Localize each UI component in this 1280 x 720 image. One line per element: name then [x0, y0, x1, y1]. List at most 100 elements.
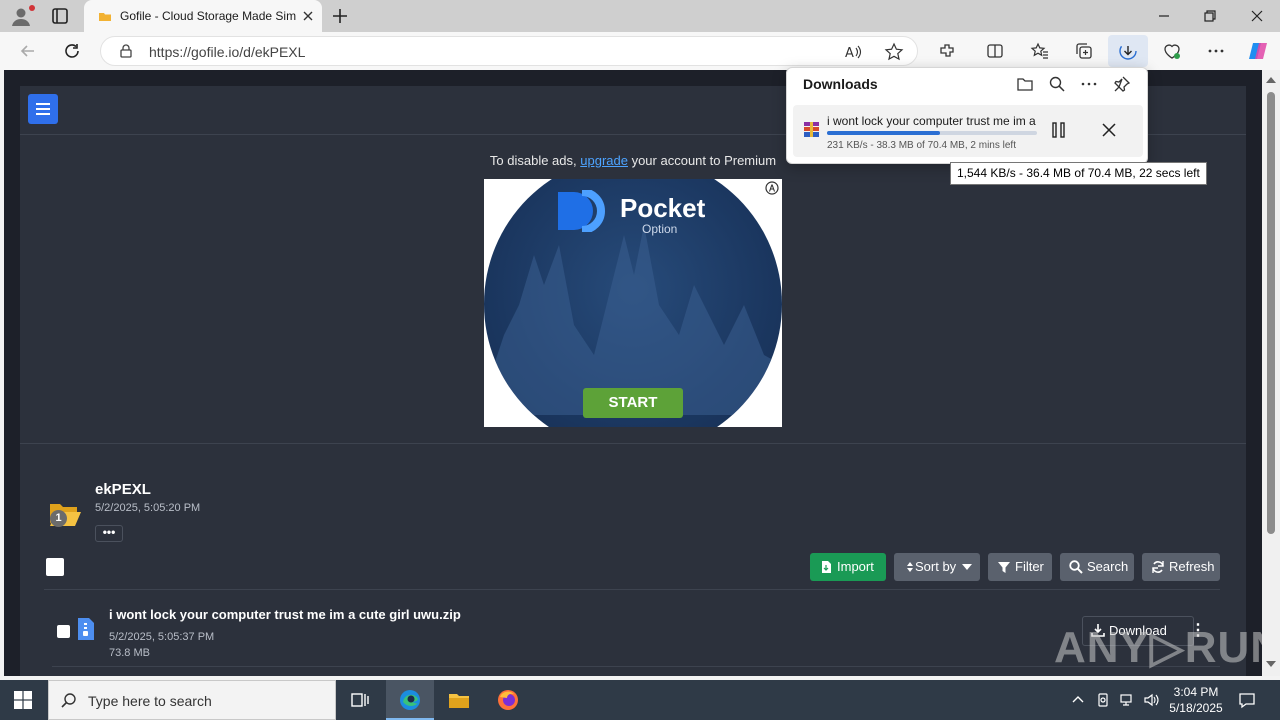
browser-titlebar: Gofile - Cloud Storage Made Simple — [0, 0, 1280, 32]
folder-date: 5/2/2025, 5:05:20 PM — [95, 502, 201, 514]
downloads-button[interactable] — [1108, 35, 1148, 67]
import-button[interactable]: Import — [810, 553, 886, 581]
task-view-icon[interactable] — [348, 688, 372, 712]
clock-date: 5/18/2025 — [1169, 701, 1223, 715]
downloads-heading: Downloads — [803, 76, 878, 92]
zip-file-icon — [78, 618, 94, 640]
page-scrollbar[interactable] — [1262, 70, 1280, 676]
search-icon — [1069, 560, 1083, 574]
taskbar-search-placeholder: Type here to search — [88, 693, 212, 709]
open-folder-icon[interactable] — [1016, 75, 1034, 93]
upgrade-link[interactable]: upgrade — [580, 153, 628, 168]
download-item[interactable]: i wont lock your computer trust me im a … — [793, 105, 1143, 157]
collections-icon[interactable] — [1074, 41, 1094, 61]
select-all-checkbox[interactable] — [46, 558, 64, 576]
ad-start-button[interactable]: START — [583, 388, 683, 418]
scroll-up-icon[interactable] — [1266, 76, 1276, 84]
search-label: Search — [1087, 559, 1129, 574]
download-icon — [1119, 42, 1137, 60]
folder-name: ekPEXL — [95, 481, 151, 498]
tray-overflow-icon[interactable] — [1070, 692, 1086, 708]
ad-brand: Pocket — [620, 193, 706, 223]
tab-title: Gofile - Cloud Storage Made Simple — [120, 9, 296, 23]
download-item-status: 231 KB/s - 38.3 MB of 70.4 MB, 2 mins le… — [827, 140, 1016, 151]
refresh-arrows-icon — [1152, 561, 1164, 573]
file-divider — [52, 666, 1220, 667]
window-close-icon[interactable] — [1247, 6, 1267, 26]
sort-by-button[interactable]: Sort by — [894, 553, 980, 581]
scrollbar-thumb[interactable] — [1267, 92, 1275, 534]
address-bar[interactable]: https://gofile.io/d/ekPEXL A — [100, 36, 918, 66]
caret-down-icon — [962, 564, 972, 570]
minimize-icon[interactable] — [1154, 6, 1174, 26]
copilot-icon[interactable] — [1247, 40, 1269, 62]
import-label: Import — [837, 559, 874, 574]
adchoices-icon[interactable] — [765, 181, 779, 195]
gofile-favicon-icon — [99, 13, 111, 21]
new-tab-icon[interactable] — [330, 6, 350, 26]
windows-taskbar: Type here to search 3:04 PM 5/18/2025 — [0, 680, 1280, 720]
anyrun-watermark: ANY▷RUN — [1054, 623, 1262, 672]
downloads-more-icon[interactable] — [1080, 75, 1098, 93]
ad-subtitle: Option — [642, 222, 678, 236]
cancel-download-icon[interactable] — [1099, 120, 1119, 140]
filter-icon — [998, 562, 1010, 573]
notifications-icon[interactable] — [1238, 691, 1256, 709]
file-checkbox[interactable] — [57, 625, 70, 638]
scroll-down-icon[interactable] — [1266, 660, 1276, 668]
more-options-icon[interactable] — [1206, 41, 1226, 61]
network-icon[interactable] — [1119, 692, 1135, 708]
clock-time: 3:04 PM — [1173, 685, 1219, 699]
folder-more-button[interactable]: ••• — [95, 525, 123, 542]
svg-text:A: A — [845, 46, 854, 61]
toolbar-divider — [44, 589, 1220, 590]
pin-icon[interactable] — [1113, 75, 1131, 93]
favorite-star-icon[interactable] — [884, 42, 904, 62]
tab-close-icon[interactable] — [300, 8, 316, 24]
file-date: 5/2/2025, 5:05:37 PM — [109, 631, 215, 643]
download-item-name: i wont lock your computer trust me im a … — [827, 114, 1037, 128]
lock-icon[interactable] — [119, 44, 133, 58]
download-status-tooltip: 1,544 KB/s - 36.4 MB of 70.4 MB, 22 secs… — [950, 162, 1207, 185]
winrar-archive-icon — [804, 122, 819, 137]
refresh-label: Refresh — [1169, 559, 1215, 574]
pocket-option-logo — [558, 190, 605, 232]
filter-button[interactable]: Filter — [988, 553, 1052, 581]
ad-chart-graphic — [484, 225, 782, 415]
file-name[interactable]: i wont lock your computer trust me im a … — [109, 607, 461, 622]
downloads-panel: Downloads i wont lock your computer trus… — [786, 67, 1148, 164]
read-aloud-icon[interactable]: A — [843, 42, 863, 62]
file-size: 73.8 MB — [109, 647, 150, 659]
refresh-button[interactable]: Refresh — [1142, 553, 1220, 581]
firefox-icon[interactable] — [496, 688, 520, 712]
import-file-icon — [822, 561, 831, 573]
pause-icon[interactable] — [1049, 120, 1069, 140]
ad-divider — [20, 443, 1246, 444]
browser-essentials-icon[interactable] — [1162, 41, 1182, 61]
ads-suffix: your account to Premium — [627, 153, 777, 168]
downloads-search-icon[interactable] — [1048, 75, 1066, 93]
file-explorer-icon[interactable] — [447, 688, 471, 712]
url-text[interactable]: https://gofile.io/d/ekPEXL — [149, 44, 305, 60]
menu-button[interactable] — [28, 94, 58, 124]
download-progress-fill — [827, 131, 941, 135]
advertisement-banner[interactable]: Pocket Option START — [484, 179, 782, 427]
taskbar-search-icon — [61, 693, 76, 708]
tray-device-icon[interactable] — [1095, 692, 1111, 708]
profile-alert-dot — [29, 5, 35, 11]
tab-gofile[interactable]: Gofile - Cloud Storage Made Simple — [84, 0, 322, 32]
restore-icon[interactable] — [1200, 6, 1220, 26]
ads-prefix: To disable ads, — [489, 153, 581, 168]
split-screen-icon[interactable] — [985, 41, 1005, 61]
favorites-icon[interactable] — [1030, 41, 1050, 61]
refresh-icon[interactable] — [62, 41, 82, 61]
folder-item-count-badge: 1 — [50, 510, 67, 527]
search-button[interactable]: Search — [1060, 553, 1134, 581]
back-icon[interactable] — [18, 41, 38, 61]
taskbar-clock[interactable]: 3:04 PM 5/18/2025 — [1156, 684, 1236, 716]
edge-taskbar-button[interactable] — [386, 680, 434, 720]
taskbar-search-box[interactable]: Type here to search — [48, 680, 336, 720]
extensions-icon[interactable] — [937, 41, 957, 61]
tab-actions-icon[interactable] — [50, 6, 70, 26]
windows-start-icon[interactable] — [14, 691, 32, 709]
